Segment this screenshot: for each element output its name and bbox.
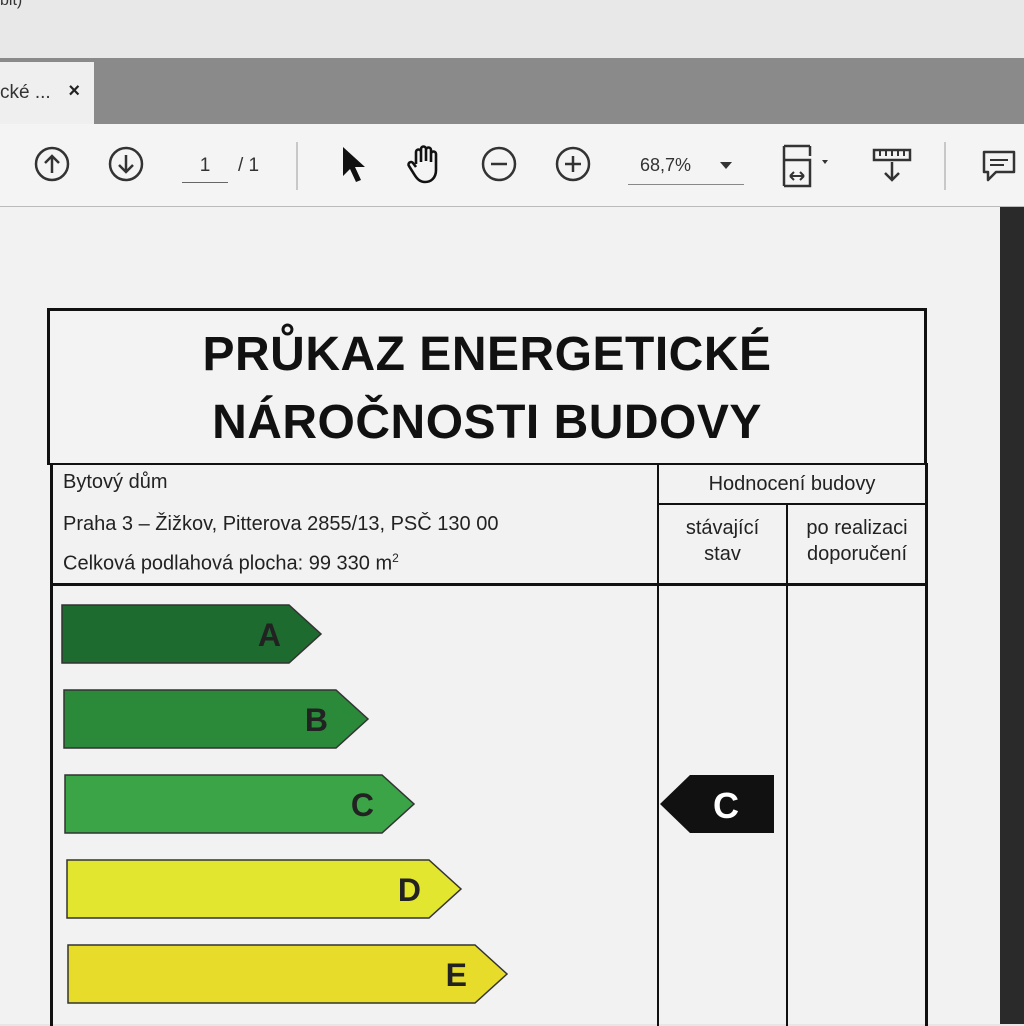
- chevron-down-icon: [720, 162, 732, 169]
- floor-area: Celková podlahová plocha: 99 330 m2: [63, 551, 399, 576]
- floor-area-unit-sup: 2: [392, 551, 399, 565]
- energy-class-letter: A: [258, 617, 281, 653]
- energy-class-band-e: E: [67, 944, 511, 1011]
- scroll-down-icon: [872, 148, 912, 182]
- certificate-title-line1: PRŮKAZ ENERGETICKÉ: [202, 328, 772, 381]
- arrow-down-circle-icon: [108, 146, 144, 182]
- header-divider: [659, 503, 925, 505]
- window-title: bit): [0, 0, 23, 9]
- floor-area-label: Celková podlahová plocha: 99 330 m: [63, 552, 393, 575]
- page-count: / 1: [238, 155, 260, 176]
- current-class-marker: C: [660, 774, 776, 839]
- previous-page-button[interactable]: [34, 146, 70, 182]
- certificate-title-box: PRŮKAZ ENERGETICKÉ NÁROČNOSTI BUDOVY: [47, 308, 927, 465]
- close-tab-icon[interactable]: ×: [68, 80, 80, 103]
- toolbar-separator: [296, 142, 298, 190]
- column-divider: [657, 586, 659, 1026]
- energy-class-letter: B: [304, 702, 327, 738]
- minus-circle-icon: [481, 146, 517, 182]
- energy-class-band-b: B: [62, 689, 372, 756]
- toolbar-separator: [944, 142, 946, 190]
- plus-circle-icon: [555, 146, 591, 182]
- zoom-level-dropdown[interactable]: 68,7%: [628, 150, 744, 185]
- window-title-bar: bit): [0, 0, 1024, 58]
- building-address: Praha 3 – Žižkov, Pitterova 2855/13, PSČ…: [63, 513, 499, 535]
- energy-class-letter: E: [446, 957, 467, 993]
- col-after-line1: po realizaci: [806, 517, 908, 539]
- select-tool-button[interactable]: [338, 144, 368, 186]
- zoom-in-button[interactable]: [555, 146, 591, 182]
- pdf-toolbar: 1 / 1 68,7%: [0, 124, 1024, 207]
- energy-class-arrow: [61, 604, 323, 664]
- comment-icon: [982, 150, 1016, 182]
- energy-certificate: PRŮKAZ ENERGETICKÉ NÁROČNOSTI BUDOVY Byt…: [47, 308, 928, 1026]
- col-current-line2: stav: [704, 543, 741, 565]
- tab-strip: cké ... ×: [0, 58, 1024, 124]
- column-divider: [786, 503, 788, 583]
- energy-class-band-d: D: [65, 859, 465, 926]
- document-tab-label: cké ...: [0, 82, 51, 103]
- hand-tool-button[interactable]: [404, 142, 448, 186]
- building-type: Bytový dům: [63, 471, 168, 493]
- energy-class-letter: D: [397, 872, 420, 908]
- next-page-button[interactable]: [108, 146, 144, 182]
- current-class-letter: C: [713, 785, 739, 826]
- fit-page-button[interactable]: [780, 142, 836, 190]
- col-after-line2: doporučení: [806, 543, 908, 565]
- energy-class-arrow: [67, 944, 509, 1004]
- comment-button[interactable]: [980, 148, 1018, 186]
- col-current-line1: stávající: [685, 517, 760, 539]
- fit-page-icon: [782, 144, 828, 188]
- cursor-arrow-icon: [343, 147, 365, 182]
- rating-header: Hodnocení budovy: [708, 473, 876, 495]
- hand-icon: [407, 145, 438, 184]
- energy-class-band-c: C: [64, 774, 418, 841]
- energy-class-letter: C: [351, 787, 374, 823]
- page-number-input[interactable]: 1: [182, 152, 228, 183]
- col-current-header: stávající stav: [659, 515, 786, 567]
- document-tab[interactable]: cké ... ×: [0, 62, 94, 124]
- zoom-out-button[interactable]: [481, 146, 517, 182]
- column-divider: [786, 586, 788, 1026]
- arrow-up-circle-icon: [34, 146, 70, 182]
- viewer-scroll-gutter[interactable]: [1000, 207, 1024, 1024]
- building-info-row: Bytový dům Praha 3 – Žižkov, Pitterova 2…: [50, 463, 928, 586]
- zoom-level-value: 68,7%: [640, 155, 692, 175]
- scroll-mode-button[interactable]: [870, 146, 914, 186]
- col-after-header: po realizaci doporučení: [789, 515, 925, 567]
- certificate-title-line2: NÁROČNOSTI BUDOVY: [212, 396, 762, 449]
- energy-class-band-a: A: [61, 604, 325, 671]
